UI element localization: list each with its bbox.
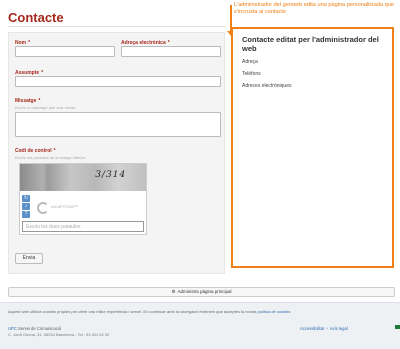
legal-link[interactable]: Avís legal bbox=[330, 326, 348, 331]
gear-icon: ⚙ bbox=[171, 289, 176, 294]
footer-org: UPC Servei de Comunicació bbox=[8, 326, 61, 331]
annotation-note: L'administrador del genweb edita una pàg… bbox=[234, 2, 394, 15]
cookie-notice: Aquest web utilitza cookies pròpies per … bbox=[8, 309, 388, 314]
contact-form: Nom * Adreça electrònica * Assumpte * Missa… bbox=[8, 32, 225, 274]
contact-line-emails: Adreces electròniques bbox=[242, 83, 292, 89]
captcha-widget: 3/314 ↻ ♪ ? reCAPTCHA™ Escriu les dues p… bbox=[19, 163, 147, 235]
message-hint: Escriu el missatge que vols enviar bbox=[15, 105, 76, 110]
name-input[interactable] bbox=[15, 46, 115, 57]
required-mark: * bbox=[38, 98, 41, 104]
custom-contact-title: Contacte editat per l'administrador del … bbox=[242, 35, 379, 53]
captcha-image: 3/314 bbox=[20, 164, 146, 191]
org-name: Servei de Comunicació bbox=[18, 326, 62, 331]
title-divider bbox=[8, 26, 225, 27]
admin-page-label: Administra pàgina principal bbox=[177, 289, 232, 294]
page-title: Contacte bbox=[8, 10, 64, 25]
admin-page-button[interactable]: ⚙ Administra pàgina principal bbox=[8, 287, 395, 297]
send-button[interactable]: Envia bbox=[15, 253, 43, 264]
captcha-label: Codi de control * bbox=[15, 148, 56, 154]
contact-line-address: Adreça bbox=[242, 59, 258, 65]
recaptcha-logo-icon bbox=[37, 202, 49, 214]
audio-icon[interactable]: ♪ bbox=[22, 203, 30, 210]
custom-contact-panel: Contacte editat per l'administrador del … bbox=[231, 27, 394, 268]
captcha-input[interactable]: Escriu les dues paraules bbox=[22, 221, 144, 232]
cookie-accept-tab[interactable] bbox=[395, 325, 400, 329]
captcha-code: 3/314 bbox=[93, 170, 128, 180]
cookie-text: Aquest web utilitza cookies pròpies per … bbox=[8, 309, 257, 314]
recaptcha-brand: reCAPTCHA™ bbox=[51, 204, 78, 209]
link-separator: • bbox=[326, 326, 328, 331]
captcha-hint: Escriu les paraules de la imatge inferio… bbox=[15, 155, 86, 160]
footer-address: C. Jordi Girona, 31. 08034 Barcelona - T… bbox=[8, 332, 110, 337]
upc-logo: UPC bbox=[8, 326, 17, 331]
required-mark: * bbox=[53, 148, 56, 154]
contact-line-phones: Telèfons bbox=[242, 71, 261, 77]
help-icon[interactable]: ? bbox=[22, 211, 30, 218]
footer-links: Accessibilitat • Avís legal bbox=[300, 326, 348, 331]
message-label: Missatge * bbox=[15, 98, 41, 104]
accessibility-link[interactable]: Accessibilitat bbox=[300, 326, 324, 331]
email-input[interactable] bbox=[121, 46, 221, 57]
site-footer: Aquest web utilitza cookies pròpies per … bbox=[0, 302, 400, 349]
refresh-icon[interactable]: ↻ bbox=[22, 195, 30, 202]
cookie-policy-link[interactable]: política de cookies bbox=[257, 309, 290, 314]
subject-input[interactable] bbox=[15, 76, 221, 87]
message-textarea[interactable] bbox=[15, 112, 221, 137]
